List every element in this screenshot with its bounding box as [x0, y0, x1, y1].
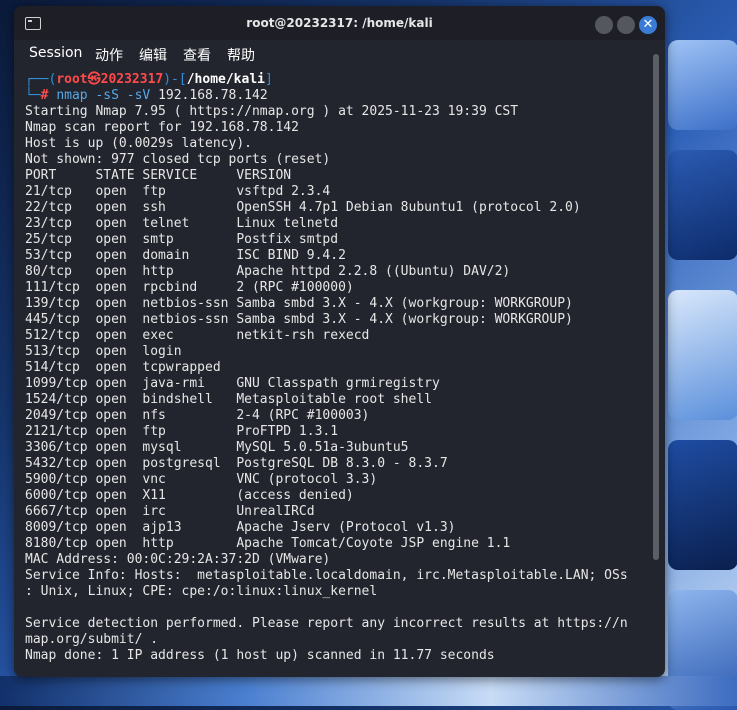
output-line: map.org/submit/ .: [25, 632, 159, 647]
output-line: 513/tcp open login: [25, 344, 182, 359]
desktop-wallpaper-tile: [668, 440, 737, 570]
output-line: 139/tcp open netbios-ssn Samba smbd 3.X …: [25, 296, 573, 311]
maximize-button[interactable]: [617, 16, 635, 34]
output-line: 1524/tcp open bindshell Metasploitable r…: [25, 392, 432, 407]
menu-help[interactable]: 帮助: [227, 45, 255, 65]
command-target: 192.168.78.142: [158, 88, 268, 103]
output-line: Service Info: Hosts: metasploitable.loca…: [25, 568, 628, 583]
output-line: 8009/tcp open ajp13 Apache Jserv (Protoc…: [25, 520, 456, 535]
menu-view[interactable]: 查看: [183, 45, 211, 65]
prompt-frame: └─: [25, 88, 41, 103]
output-line: 8180/tcp open http Apache Tomcat/Coyote …: [25, 536, 511, 551]
output-line: 445/tcp open netbios-ssn Samba smbd 3.X …: [25, 312, 573, 327]
scrollbar[interactable]: [653, 54, 659, 560]
output-line: 6000/tcp open X11 (access denied): [25, 488, 354, 503]
prompt-user: root㉿20232317: [56, 72, 164, 87]
output-line: Starting Nmap 7.95 ( https://nmap.org ) …: [25, 104, 519, 119]
output-line: 3306/tcp open mysql MySQL 5.0.51a-3ubunt…: [25, 440, 409, 455]
menu-bar: Session 动作 编辑 查看 帮助: [14, 40, 665, 68]
prompt-hash: #: [40, 88, 49, 103]
command-args: -sS -sV: [95, 88, 151, 103]
command-name: nmap: [56, 88, 88, 103]
output-line: 25/tcp open smtp Postfix smtpd: [25, 232, 339, 247]
prompt-frame: )-[: [163, 72, 187, 87]
desktop-wallpaper-tile: [668, 290, 737, 420]
output-line: 23/tcp open telnet Linux telnetd: [25, 216, 339, 231]
terminal-output[interactable]: ┌──(root㉿20232317)-[/home/kali] └─# nmap…: [14, 68, 665, 677]
output-line: 512/tcp open exec netkit-rsh rexecd: [25, 328, 370, 343]
menu-edit[interactable]: 编辑: [139, 45, 167, 65]
output-line: 21/tcp open ftp vsftpd 2.3.4: [25, 184, 331, 199]
prompt-frame: ]: [265, 72, 273, 87]
desktop-wallpaper-tile: [668, 150, 737, 260]
prompt-frame: ┌──(: [25, 72, 57, 87]
menu-session[interactable]: Session: [29, 45, 82, 61]
prompt-path: /home/kali: [186, 72, 265, 87]
output-line: PORT STATE SERVICE VERSION: [25, 168, 292, 183]
minimize-button[interactable]: [595, 16, 613, 34]
output-line: 5900/tcp open vnc VNC (protocol 3.3): [25, 472, 378, 487]
output-line: : Unix, Linux; CPE: cpe:/o:linux:linux_k…: [25, 584, 378, 599]
prompt-line: ┌──(root㉿20232317)-[/home/kali]: [25, 72, 273, 88]
output-line: 53/tcp open domain ISC BIND 9.4.2: [25, 248, 346, 263]
output-line: 80/tcp open http Apache httpd 2.2.8 ((Ub…: [25, 264, 511, 279]
command-line: └─# nmap -sS -sV 192.168.78.142: [25, 88, 268, 104]
output-line: Service detection performed. Please repo…: [25, 616, 628, 631]
output-line: 1099/tcp open java-rmi GNU Classpath grm…: [25, 376, 440, 391]
output-line: 22/tcp open ssh OpenSSH 4.7p1 Debian 8ub…: [25, 200, 581, 215]
output-line: 2121/tcp open ftp ProFTPD 1.3.1: [25, 424, 339, 439]
output-line: 111/tcp open rpcbind 2 (RPC #100000): [25, 280, 354, 295]
desktop-wallpaper-tile: [668, 40, 737, 130]
menu-actions[interactable]: 动作: [95, 45, 123, 65]
terminal-window: root@20232317: /home/kali ✕ Session 动作 编…: [14, 6, 665, 677]
output-line: Not shown: 977 closed tcp ports (reset): [25, 152, 331, 167]
desktop-wallpaper-strip: [0, 676, 737, 706]
window-title: root@20232317: /home/kali: [246, 16, 433, 30]
output-line: Host is up (0.0029s latency).: [25, 136, 252, 151]
output-line: MAC Address: 00:0C:29:2A:37:2D (VMware): [25, 552, 331, 567]
output-line: Nmap scan report for 192.168.78.142: [25, 120, 299, 135]
output-line: 5432/tcp open postgresql PostgreSQL DB 8…: [25, 456, 448, 471]
output-line: 6667/tcp open irc UnrealIRCd: [25, 504, 315, 519]
output-line: 514/tcp open tcpwrapped: [25, 360, 221, 375]
output-line: 2049/tcp open nfs 2-4 (RPC #100003): [25, 408, 370, 423]
output-line: Nmap done: 1 IP address (1 host up) scan…: [25, 648, 495, 663]
close-button[interactable]: ✕: [639, 16, 657, 34]
title-bar[interactable]: root@20232317: /home/kali ✕: [14, 6, 665, 40]
